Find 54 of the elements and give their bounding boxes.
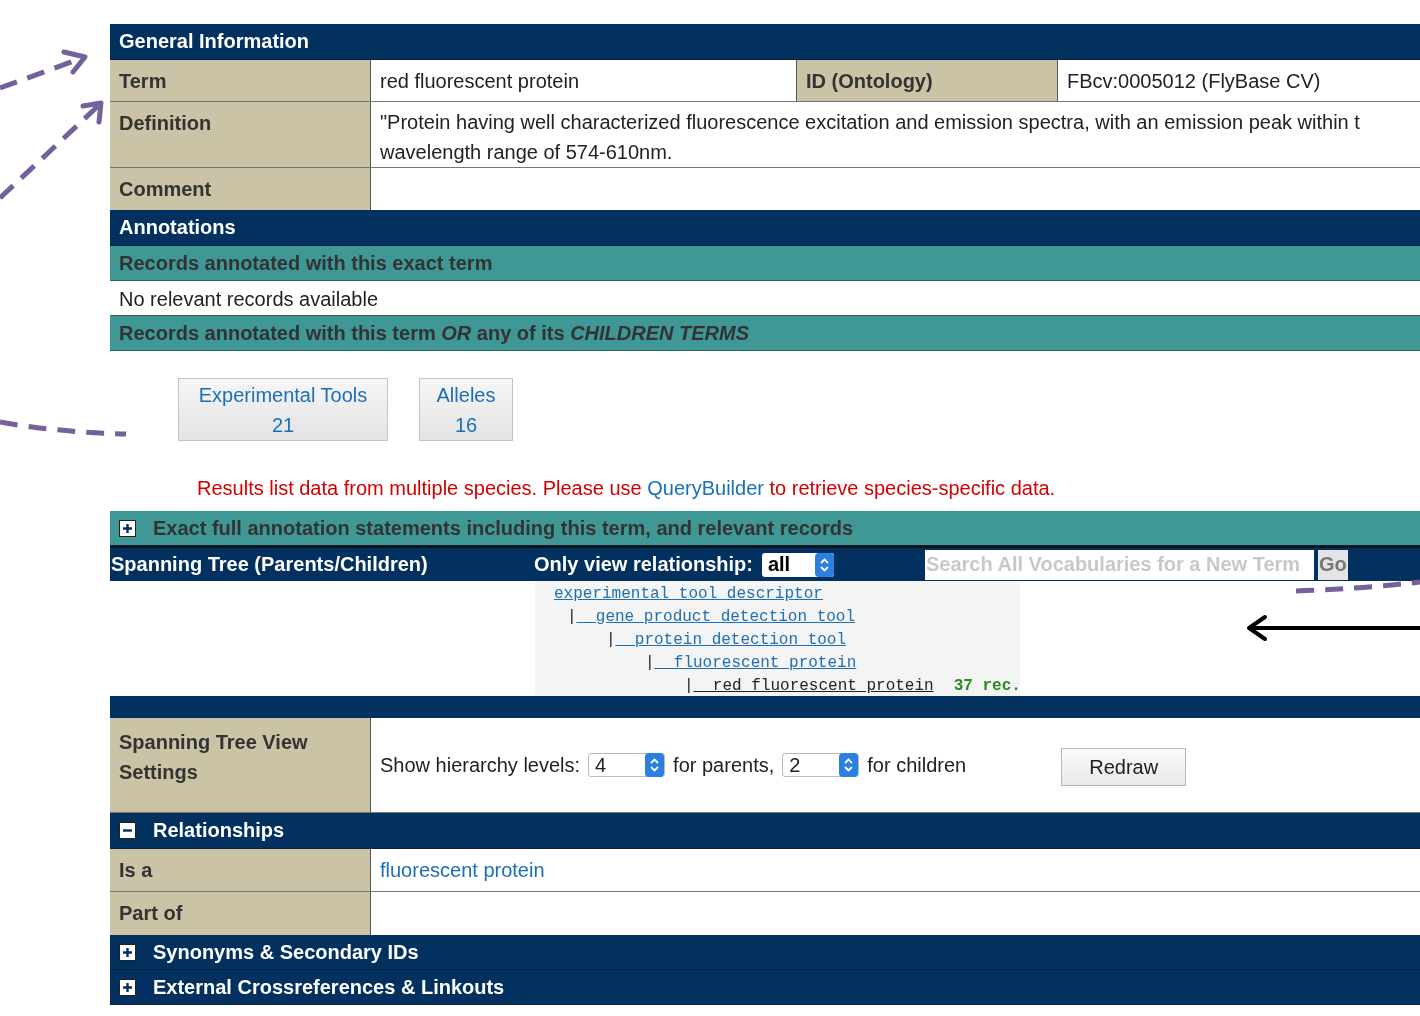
relationship-select[interactable]: all bbox=[761, 552, 834, 577]
id-value: FBcv:0005012 (FlyBase CV) bbox=[1066, 69, 1322, 94]
record-count: 37 rec. bbox=[953, 677, 1021, 695]
collapse-icon[interactable] bbox=[119, 822, 136, 839]
redraw-button[interactable]: Redraw bbox=[1061, 748, 1187, 786]
definition-text: wavelength range of 574-610nm. bbox=[380, 140, 674, 165]
section-title: General Information bbox=[119, 30, 310, 53]
section-header[interactable]: External Crossreferences & Linkouts bbox=[110, 970, 1420, 1005]
tree-link[interactable]: experimental tool descriptor bbox=[554, 585, 823, 603]
row-label: Definition bbox=[110, 102, 371, 167]
parents-select[interactable]: 4 bbox=[588, 753, 666, 777]
expand-icon[interactable] bbox=[119, 519, 136, 537]
records-button[interactable]: Experimental Tools 21 bbox=[178, 378, 388, 441]
levels-label: Show hierarchy levels: bbox=[380, 753, 581, 777]
species-notice: Results list data from multiple species. Please use QueryBuilder to retrieve species-specific data. bbox=[196, 476, 1057, 501]
children-select[interactable]: 2 bbox=[782, 753, 860, 777]
go-button[interactable]: Go bbox=[1317, 549, 1348, 580]
tree-branch: | bbox=[684, 677, 694, 695]
term-link[interactable]: fluorescent protein bbox=[380, 859, 545, 881]
row-label: Comment bbox=[110, 168, 371, 210]
tree-link[interactable]: __gene product detection tool bbox=[576, 608, 856, 626]
stepper-icon bbox=[645, 753, 665, 777]
stepper-icon bbox=[814, 552, 834, 577]
row-label: Part of bbox=[110, 892, 371, 935]
section-header[interactable]: Relationships bbox=[110, 813, 1420, 849]
relationship-label: Only view relationship: bbox=[534, 553, 753, 576]
row-label: Is a bbox=[110, 849, 371, 891]
stepper-icon bbox=[839, 753, 859, 777]
section-header[interactable]: Synonyms & Secondary IDs bbox=[110, 935, 1420, 970]
tree-branch: | bbox=[645, 654, 655, 672]
section-title: External Crossreferences & Linkouts bbox=[153, 975, 505, 999]
subsection-heading: Records annotated with this term OR any of its CHILDREN TERMS bbox=[110, 316, 1420, 351]
expand-icon[interactable] bbox=[119, 978, 136, 996]
section-title: Annotations bbox=[119, 216, 236, 239]
subsection-heading: Records annotated with this exact term bbox=[110, 246, 1420, 281]
tree-branch: | bbox=[606, 631, 616, 649]
panel-title: Spanning Tree (Parents/Children) bbox=[110, 553, 429, 576]
tree-link[interactable]: __red fluorescent protein bbox=[693, 677, 934, 695]
definition-text: "Protein having well characterized fluorescence excitation and emission spectra, with an emission peak within t bbox=[380, 110, 1361, 135]
row-label: ID (Ontology) bbox=[797, 60, 1058, 101]
tree-link[interactable]: __protein detection tool bbox=[615, 631, 847, 649]
section-title: Exact full annotation statements including this term, and relevant records bbox=[153, 516, 854, 540]
section-header[interactable]: Exact full annotation statements including this term, and relevant records bbox=[110, 511, 1420, 546]
parents-label: for parents, bbox=[673, 753, 775, 777]
section-title: Relationships bbox=[153, 819, 285, 842]
querybuilder-link[interactable]: QueryBuilder bbox=[647, 477, 764, 499]
tree-branch: | bbox=[567, 608, 577, 626]
tree-link[interactable]: __fluorescent protein bbox=[654, 654, 857, 672]
row-label: Term bbox=[110, 60, 371, 101]
children-label: for children bbox=[867, 753, 967, 777]
records-button[interactable]: Alleles 16 bbox=[419, 378, 513, 441]
row-label: Spanning Tree View Settings bbox=[110, 718, 371, 812]
expand-icon[interactable] bbox=[119, 943, 136, 961]
section-title: Synonyms & Secondary IDs bbox=[153, 940, 419, 964]
